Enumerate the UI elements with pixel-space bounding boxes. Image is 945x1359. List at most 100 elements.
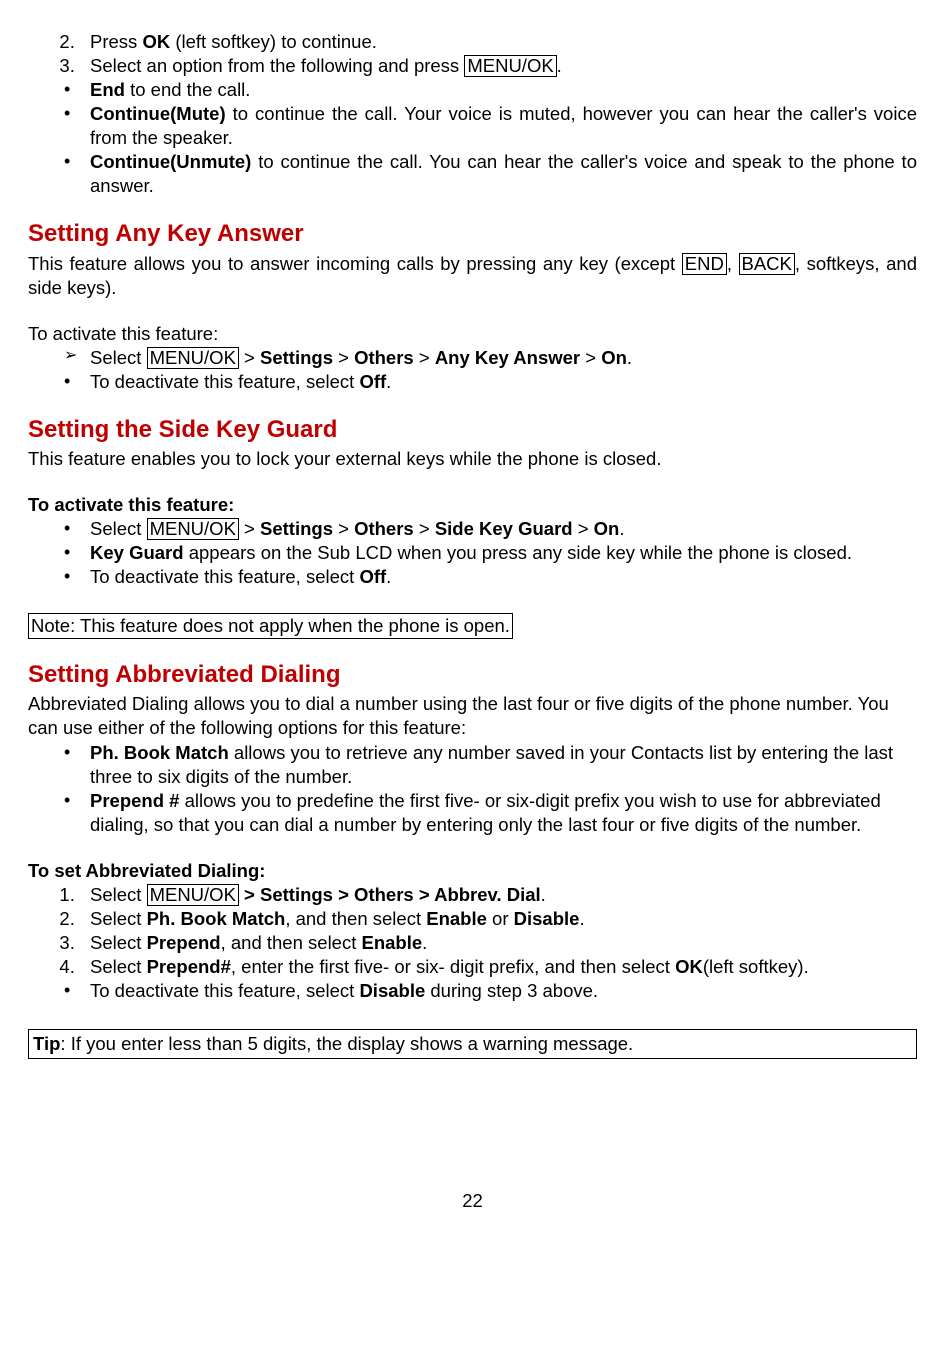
paragraph: Abbreviated Dialing allows you to dial a… xyxy=(28,692,917,740)
text: Select xyxy=(90,347,147,368)
text: > xyxy=(239,518,260,539)
bold: Prepend xyxy=(147,932,221,953)
text: Press xyxy=(90,31,142,52)
text: Select xyxy=(90,518,147,539)
text: Select xyxy=(90,956,147,977)
bold: Continue(Unmute) xyxy=(90,151,251,172)
text: . xyxy=(619,518,624,539)
menu-ok-key: MENU/OK xyxy=(147,347,239,369)
bold: Prepend # xyxy=(90,790,179,811)
end-key: END xyxy=(682,253,727,275)
paragraph: This feature enables you to lock your ex… xyxy=(28,447,917,471)
bold: Disable xyxy=(359,980,425,1001)
text: . xyxy=(422,932,427,953)
bold: Ph. Book Match xyxy=(90,742,229,763)
bold: Enable xyxy=(426,908,487,929)
bold: Settings xyxy=(260,518,333,539)
bullet-list-abd: Ph. Book Match allows you to retrieve an… xyxy=(28,741,917,837)
paragraph: This feature allows you to answer incomi… xyxy=(28,252,917,300)
text: : If you enter less than 5 digits, the d… xyxy=(60,1033,633,1054)
bold-ok: OK xyxy=(142,31,170,52)
bold: Off xyxy=(359,371,386,392)
text: > xyxy=(239,347,260,368)
note-box: Note: This feature does not apply when t… xyxy=(28,613,513,639)
bold: > Settings > Others > Abbrev. Dial xyxy=(239,884,541,905)
bullet-deactivate: To deactivate this feature, select Off. xyxy=(64,565,917,589)
bold: To set Abbreviated Dialing: xyxy=(28,860,265,881)
menu-ok-key: MENU/OK xyxy=(147,518,239,540)
bold: On xyxy=(601,347,627,368)
bold: On xyxy=(594,518,620,539)
text: To deactivate this feature, select xyxy=(90,371,359,392)
text: . xyxy=(386,371,391,392)
bold: OK xyxy=(675,956,703,977)
bullet-list: To deactivate this feature, select Off. xyxy=(28,370,917,394)
bullet-phbook: Ph. Book Match allows you to retrieve an… xyxy=(64,741,917,789)
bold: Enable xyxy=(362,932,423,953)
ordered-list-abd: Select MENU/OK > Settings > Others > Abb… xyxy=(28,883,917,979)
text: . xyxy=(386,566,391,587)
text: Select an option from the following and … xyxy=(90,55,464,76)
bold: Any Key Answer xyxy=(435,347,580,368)
heading-any-key-answer: Setting Any Key Answer xyxy=(28,218,917,249)
text: > xyxy=(580,347,601,368)
subheading-toset: To set Abbreviated Dialing: xyxy=(28,859,917,883)
ordered-list-top: Press OK (left softkey) to continue. Sel… xyxy=(28,30,917,78)
bullet-end: End to end the call. xyxy=(64,78,917,102)
text: , and then select xyxy=(221,932,362,953)
text: To deactivate this feature, select xyxy=(90,566,359,587)
step-1: Select MENU/OK > Settings > Others > Abb… xyxy=(80,883,917,907)
step-4: Select Prepend#, enter the first five- o… xyxy=(80,955,917,979)
text: . xyxy=(627,347,632,368)
text: , xyxy=(727,253,739,274)
text: > xyxy=(414,347,435,368)
step-3: Select Prepend, and then select Enable. xyxy=(80,931,917,955)
text: Select xyxy=(90,908,147,929)
bold: Others xyxy=(354,518,414,539)
bold: Side Key Guard xyxy=(435,518,573,539)
text: allows you to predefine the first five- … xyxy=(90,790,881,835)
bold: End xyxy=(90,79,125,100)
text: to end the call. xyxy=(125,79,250,100)
bold: Key Guard xyxy=(90,542,184,563)
text: or xyxy=(487,908,514,929)
text: Select xyxy=(90,932,147,953)
bullet-continue-mute: Continue(Mute) to continue the call. You… xyxy=(64,102,917,150)
bold: Ph. Book Match xyxy=(147,908,286,929)
text: Select xyxy=(90,884,147,905)
text: > xyxy=(333,347,354,368)
bold: Disable xyxy=(514,908,580,929)
step-3: Select an option from the following and … xyxy=(80,54,917,78)
text: . xyxy=(579,908,584,929)
bullet-list-top: End to end the call. Continue(Mute) to c… xyxy=(28,78,917,198)
text: during step 3 above. xyxy=(425,980,598,1001)
bullet-select: Select MENU/OK > Settings > Others > Sid… xyxy=(64,517,917,541)
menu-ok-key: MENU/OK xyxy=(464,55,556,77)
bold: Settings xyxy=(260,347,333,368)
bold: To activate this feature: xyxy=(28,494,234,515)
text: To deactivate this feature, select xyxy=(90,980,359,1001)
heading-abbreviated-dialing: Setting Abbreviated Dialing xyxy=(28,659,917,690)
page-number: 22 xyxy=(28,1189,917,1213)
menu-ok-key: MENU/OK xyxy=(147,884,239,906)
note-box-wrapper: Note: This feature does not apply when t… xyxy=(28,611,917,639)
bullet-continue-unmute: Continue(Unmute) to continue the call. Y… xyxy=(64,150,917,198)
text: , enter the first five- or six- digit pr… xyxy=(231,956,675,977)
bold: Off xyxy=(359,566,386,587)
bullet-list-abd2: To deactivate this feature, select Disab… xyxy=(28,979,917,1003)
bold: Continue(Mute) xyxy=(90,103,226,124)
bullet-deactivate: To deactivate this feature, select Disab… xyxy=(64,979,917,1003)
bullet-deactivate: To deactivate this feature, select Off. xyxy=(64,370,917,394)
bold: Others xyxy=(354,347,414,368)
text: appears on the Sub LCD when you press an… xyxy=(184,542,852,563)
subheading-activate-bold: To activate this feature: xyxy=(28,493,917,517)
text: > xyxy=(333,518,354,539)
step-2: Press OK (left softkey) to continue. xyxy=(80,30,917,54)
arrow-item: Select MENU/OK > Settings > Others > Any… xyxy=(64,346,917,370)
subheading-activate: To activate this feature: xyxy=(28,322,917,346)
text: (left softkey). xyxy=(703,956,809,977)
step-2: Select Ph. Book Match, and then select E… xyxy=(80,907,917,931)
text: , and then select xyxy=(285,908,426,929)
back-key: BACK xyxy=(739,253,795,275)
bullet-keyguard: Key Guard appears on the Sub LCD when yo… xyxy=(64,541,917,565)
